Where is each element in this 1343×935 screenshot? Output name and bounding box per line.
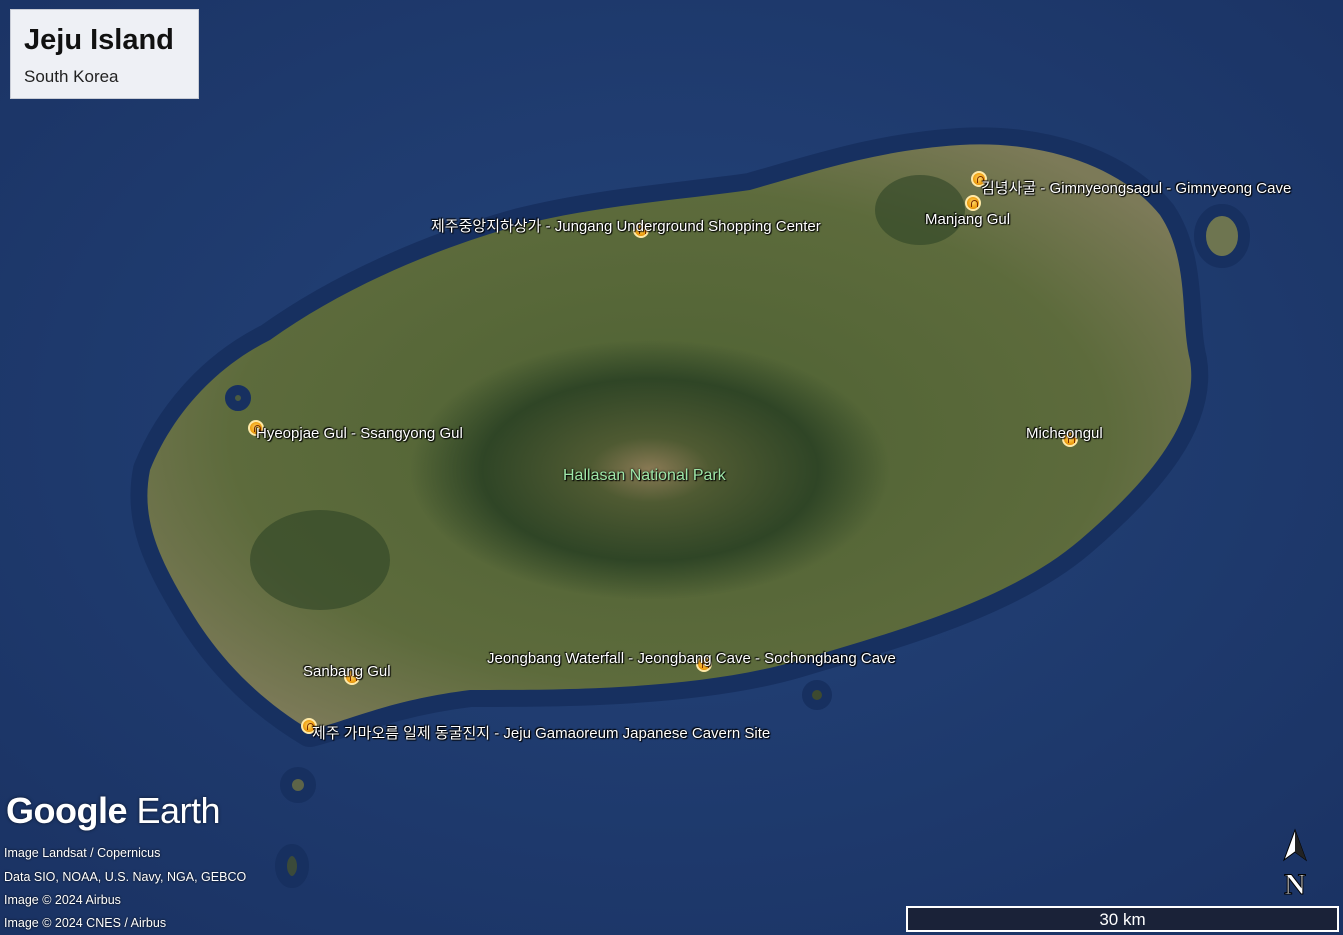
scale-bar: 30 km [906, 906, 1339, 932]
islet-south [802, 680, 832, 710]
google-earth-logo: Google Earth [6, 790, 221, 831]
map-subtitle: South Korea [24, 67, 119, 86]
label-jungang[interactable]: 제주중앙지하상가 - Jungang Underground Shopping … [431, 215, 821, 236]
north-label: N [1284, 868, 1306, 898]
label-micheon[interactable]: Micheongul [1026, 425, 1103, 442]
placemark-manjang-icon[interactable] [965, 195, 981, 211]
label-jeongbang[interactable]: Jeongbang Waterfall - Jeongbang Cave - S… [487, 650, 896, 667]
label-manjang[interactable]: Manjang Gul [925, 211, 1010, 228]
label-sanbang[interactable]: Sanbang Gul [303, 663, 391, 680]
credit-line: Image © 2024 CNES / Airbus [4, 916, 167, 930]
north-arrow-icon: N [1280, 828, 1310, 902]
credit-line: Image Landsat / Copernicus [4, 846, 161, 860]
credit-line: Data SIO, NOAA, U.S. Navy, NGA, GEBCO [4, 870, 247, 884]
map-title: Jeju Island [24, 24, 174, 56]
label-hallasan-park[interactable]: Hallasan National Park [563, 467, 726, 485]
forest-northeast [875, 175, 965, 245]
gapado-islet [275, 844, 309, 888]
islet-west [225, 385, 251, 411]
udo-island [1194, 204, 1250, 268]
scale-label: 30 km [1099, 910, 1146, 929]
label-hyeopjae[interactable]: Hyeopjae Gul - Ssangyong Gul [256, 425, 463, 442]
label-gimnyeong[interactable]: 김녕사굴 - Gimnyeongsagul - Gimnyeong Cave [981, 177, 1291, 198]
label-gamaoreum[interactable]: 제주 가마오름 일제 동굴진지 - Jeju Gamaoreum Japanes… [312, 722, 770, 743]
marado-islet [280, 767, 316, 803]
title-box: Jeju Island South Korea [10, 9, 199, 99]
credit-line: Image © 2024 Airbus [4, 893, 121, 907]
forest-west [250, 510, 390, 610]
